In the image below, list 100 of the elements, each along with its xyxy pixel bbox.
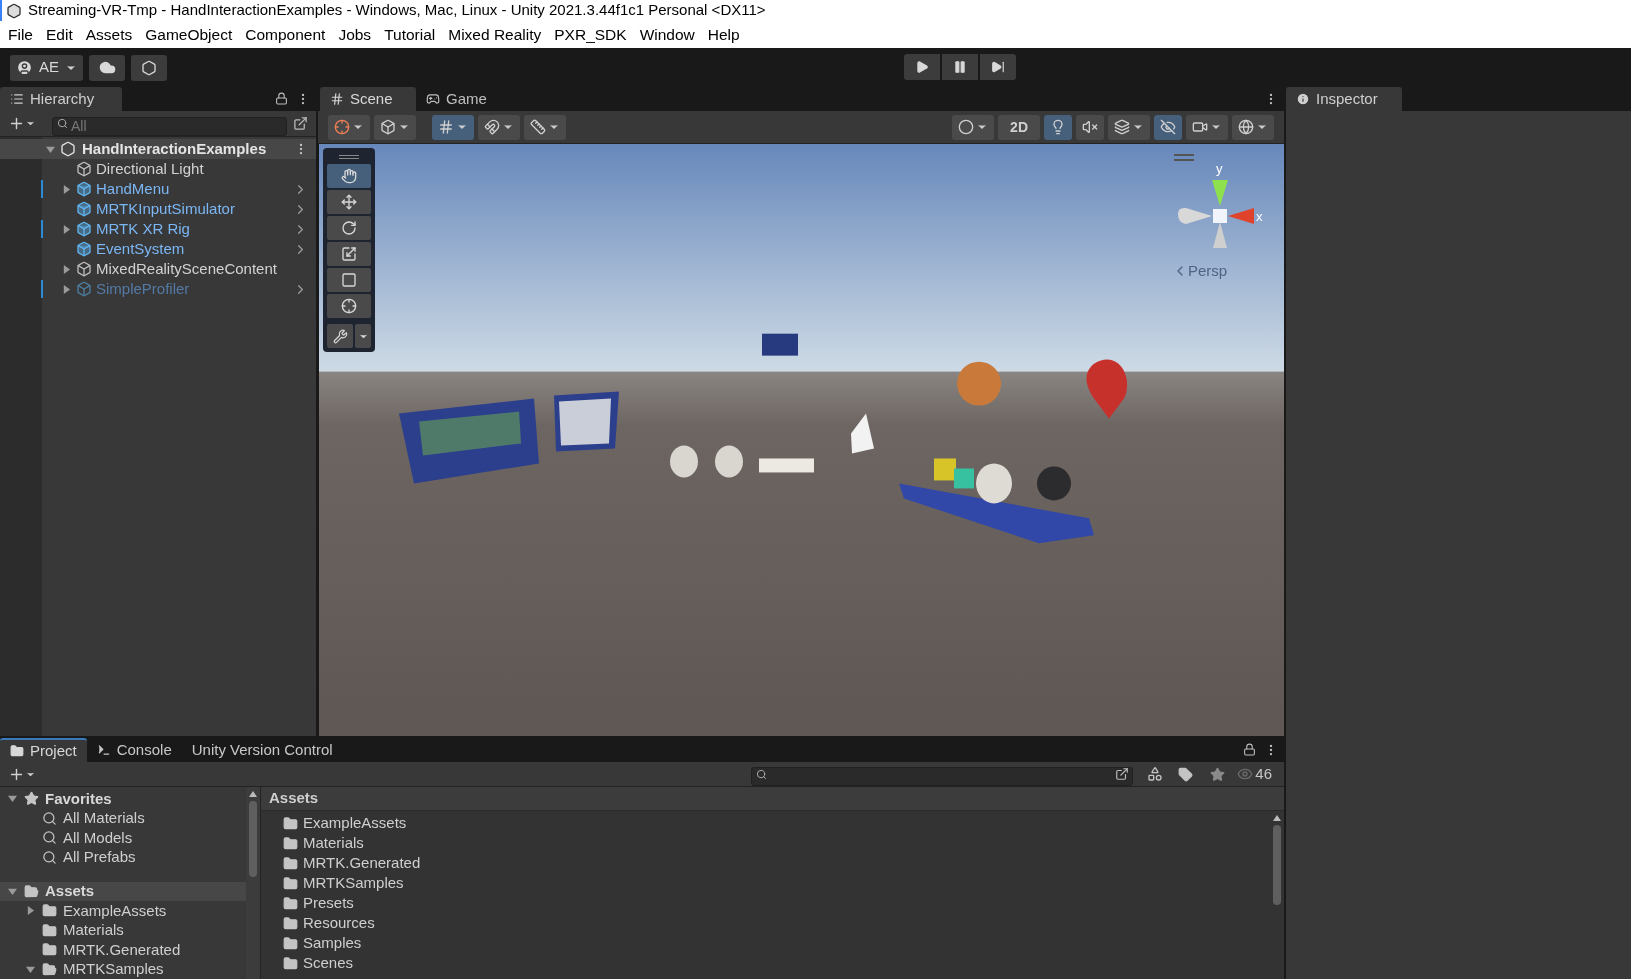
search-icon — [42, 849, 57, 865]
view-tab[interactable]: Game — [416, 87, 497, 111]
tree-row[interactable]: All Models — [0, 828, 246, 848]
expanded-caret-icon[interactable] — [8, 886, 17, 896]
menu-item[interactable]: Assets — [85, 22, 133, 47]
breadcrumb[interactable]: Assets — [269, 787, 319, 810]
inspector-tab[interactable]: Inspector — [1286, 87, 1402, 111]
menu-item[interactable]: Edit — [46, 22, 73, 47]
camera-toggle[interactable] — [1186, 114, 1228, 140]
rotate-icon — [341, 220, 357, 236]
scrollbar-thumb[interactable] — [1273, 825, 1281, 905]
scale-tool[interactable] — [327, 242, 371, 266]
lock-icon[interactable] — [1243, 743, 1256, 756]
video-camera-icon — [1192, 119, 1208, 135]
hand-tool[interactable] — [327, 164, 371, 188]
eye-off-icon — [1160, 119, 1176, 135]
cube-icon — [380, 119, 396, 135]
menu-item[interactable]: PXR_SDK — [554, 22, 627, 47]
increment-toggle[interactable] — [524, 114, 566, 140]
menu-item[interactable]: Component — [245, 22, 326, 47]
asset-folder[interactable]: Materials — [283, 833, 1270, 853]
create-button[interactable] — [8, 115, 36, 132]
scrollbar-thumb[interactable] — [249, 801, 257, 877]
muted-speaker-icon — [1082, 119, 1098, 135]
list-icon — [10, 92, 24, 106]
lock-icon[interactable] — [275, 92, 288, 105]
panel-tab[interactable]: Project — [0, 738, 87, 762]
rect-tool[interactable] — [327, 268, 371, 292]
menu-item[interactable]: Tutorial — [384, 22, 436, 47]
collapsed-caret-icon[interactable] — [62, 224, 71, 234]
eye-icon — [1237, 766, 1254, 782]
tree-row[interactable]: Favorites — [0, 789, 246, 809]
audio-toggle[interactable] — [1076, 114, 1104, 140]
search-field[interactable]: All — [52, 117, 287, 136]
hidden-packages-toggle[interactable]: 46 — [1233, 762, 1276, 786]
panel-tab[interactable]: Console — [86, 738, 182, 762]
tree-row[interactable]: Materials — [0, 920, 246, 940]
tree-row[interactable]: All Prefabs — [0, 847, 246, 867]
step-icon — [991, 60, 1005, 74]
asset-folder[interactable]: Samples — [283, 933, 1270, 953]
collapsed-caret-icon[interactable] — [62, 284, 71, 294]
expanded-caret-icon[interactable] — [8, 794, 17, 804]
services-button[interactable] — [131, 54, 167, 81]
star-icon — [1209, 766, 1225, 782]
hierarchy-tab[interactable]: Hierarchy — [0, 87, 122, 111]
menu-item[interactable]: File — [8, 22, 33, 47]
search-icon — [756, 768, 768, 780]
asset-folder[interactable]: Resources — [283, 913, 1270, 933]
grid-toggle[interactable] — [432, 114, 474, 140]
collapsed-caret-icon[interactable] — [62, 184, 71, 194]
asset-folder[interactable]: MRTK.Generated — [283, 853, 1270, 873]
tree-row[interactable]: MRTK.Generated — [0, 940, 246, 960]
effects-toggle[interactable] — [1108, 114, 1150, 140]
asset-folder[interactable]: MRTKSamples — [283, 873, 1270, 893]
folder-icon — [283, 835, 298, 851]
tree-row[interactable]: MRTKSamples — [0, 959, 246, 979]
draw-mode-toggle[interactable] — [374, 114, 416, 140]
asset-folder[interactable]: Presets — [283, 893, 1270, 913]
menu-item[interactable]: GameObject — [145, 22, 233, 47]
collapsed-caret-icon[interactable] — [62, 264, 71, 274]
menu-item[interactable]: Jobs — [338, 22, 372, 47]
visibility-toggle[interactable] — [1154, 114, 1182, 140]
asset-folder[interactable]: ExampleAssets — [283, 813, 1270, 833]
transform-icon — [341, 298, 357, 314]
custom-tools-dropdown[interactable] — [355, 324, 371, 348]
hexagon-icon — [141, 59, 157, 76]
lighting-toggle[interactable] — [1044, 114, 1072, 140]
info-icon — [1296, 92, 1310, 106]
asset-folder[interactable]: Scenes — [283, 953, 1270, 973]
rotate-tool[interactable] — [327, 216, 371, 240]
tree-row[interactable]: Assets — [0, 881, 246, 901]
dimension-toggle[interactable]: 2D — [998, 114, 1040, 140]
cloud-button[interactable] — [89, 54, 125, 81]
step-button[interactable] — [980, 54, 1016, 80]
collapsed-caret-icon[interactable] — [26, 906, 35, 916]
gizmos-toggle[interactable] — [1232, 114, 1274, 140]
expanded-caret-icon[interactable] — [26, 964, 35, 974]
folder-icon — [283, 935, 298, 951]
menu-item[interactable]: Mixed Reality — [448, 22, 542, 47]
transform-tool[interactable] — [327, 294, 371, 318]
expanded-caret-icon[interactable] — [46, 144, 55, 154]
shading-toggle[interactable] — [952, 114, 995, 140]
shapes-icon — [1147, 766, 1164, 782]
window-title: Streaming-VR-Tmp - HandInteractionExamples - Windows, Mac, Linux - Unity 2021.3.44f1c1 Personal <DX11> — [28, 0, 766, 21]
search-field[interactable] — [751, 767, 1134, 786]
move-tool[interactable] — [327, 190, 371, 214]
menu-item[interactable]: Help — [707, 22, 740, 47]
snap-toggle[interactable] — [478, 114, 520, 140]
custom-tools-button[interactable] — [327, 324, 353, 348]
rect-icon — [341, 272, 357, 288]
tree-row[interactable]: All Materials — [0, 808, 246, 828]
tree-row[interactable]: ExampleAssets — [0, 901, 246, 921]
menu-item[interactable]: Window — [639, 22, 695, 47]
magnet-icon — [484, 119, 500, 135]
view-tab[interactable]: Scene — [320, 87, 416, 111]
play-button[interactable] — [904, 54, 940, 80]
panel-tab[interactable]: Unity Version Control — [181, 738, 343, 762]
handle-toggle[interactable] — [328, 114, 370, 140]
pause-button[interactable] — [942, 54, 978, 80]
account-button[interactable]: AE — [10, 54, 83, 81]
